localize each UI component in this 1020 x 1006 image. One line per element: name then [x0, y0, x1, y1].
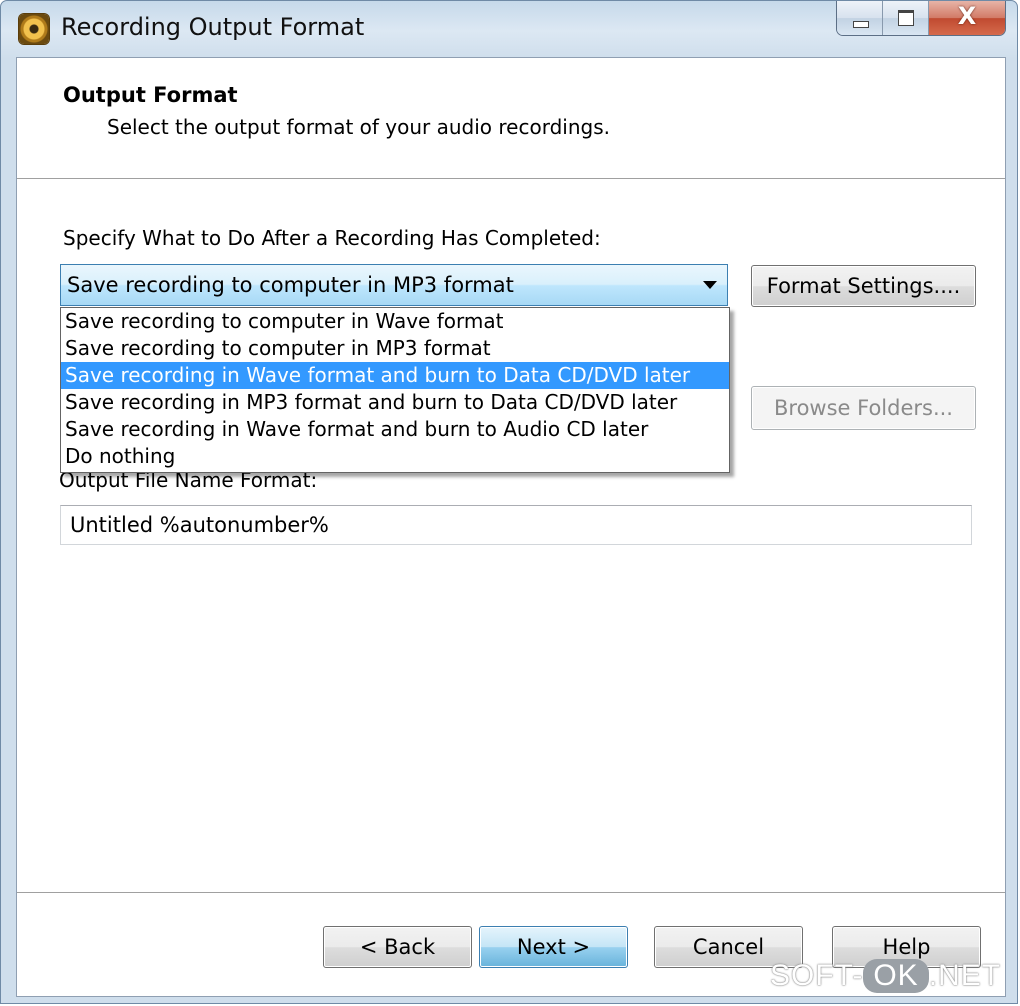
- dialog-window: Recording Output Format X Output Format …: [0, 0, 1018, 1004]
- dropdown-option[interactable]: Save recording to computer in MP3 format: [61, 335, 729, 362]
- browse-folders-button[interactable]: Browse Folders...: [751, 386, 976, 430]
- back-button[interactable]: < Back: [323, 926, 472, 968]
- caption-buttons: X: [836, 1, 1006, 36]
- after-recording-combobox[interactable]: Save recording to computer in MP3 format: [60, 264, 728, 306]
- watermark: SOFT- OK .NET: [770, 959, 1001, 993]
- close-icon: X: [957, 2, 977, 30]
- dropdown-option[interactable]: Save recording in MP3 format and burn to…: [61, 389, 729, 416]
- title-bar[interactable]: Recording Output Format X: [1, 1, 1019, 57]
- minimize-button[interactable]: [837, 1, 883, 35]
- after-recording-dropdown-list: Save recording to computer in Wave forma…: [60, 307, 730, 473]
- app-speaker-icon: [19, 14, 49, 44]
- dropdown-option[interactable]: Save recording to computer in Wave forma…: [61, 308, 729, 335]
- dropdown-option[interactable]: Save recording in Wave format and burn t…: [61, 416, 729, 443]
- output-file-name-field[interactable]: Untitled %autonumber%: [60, 505, 972, 545]
- chevron-down-icon[interactable]: [703, 281, 717, 289]
- dialog-client-area: Output Format Select the output format o…: [16, 57, 1006, 997]
- page-title: Output Format: [63, 83, 238, 107]
- page-subtitle: Select the output format of your audio r…: [107, 115, 610, 139]
- watermark-suffix: .NET: [928, 959, 1002, 992]
- footer-divider: [17, 892, 1005, 894]
- after-recording-label: Specify What to Do After a Recording Has…: [63, 226, 601, 250]
- header-divider: [17, 178, 1005, 180]
- combobox-value: Save recording to computer in MP3 format: [67, 273, 514, 297]
- next-button[interactable]: Next >: [479, 926, 628, 968]
- window-title: Recording Output Format: [61, 13, 365, 41]
- watermark-prefix: SOFT-: [770, 959, 864, 992]
- format-settings-button[interactable]: Format Settings....: [751, 265, 976, 307]
- minimize-icon: [853, 21, 869, 28]
- maximize-icon: [898, 10, 914, 26]
- maximize-button[interactable]: [883, 1, 929, 35]
- close-button[interactable]: X: [929, 1, 1005, 35]
- watermark-badge: OK: [863, 959, 929, 993]
- dropdown-option[interactable]: Do nothing: [61, 443, 729, 470]
- dropdown-option-highlighted[interactable]: Save recording in Wave format and burn t…: [61, 362, 729, 389]
